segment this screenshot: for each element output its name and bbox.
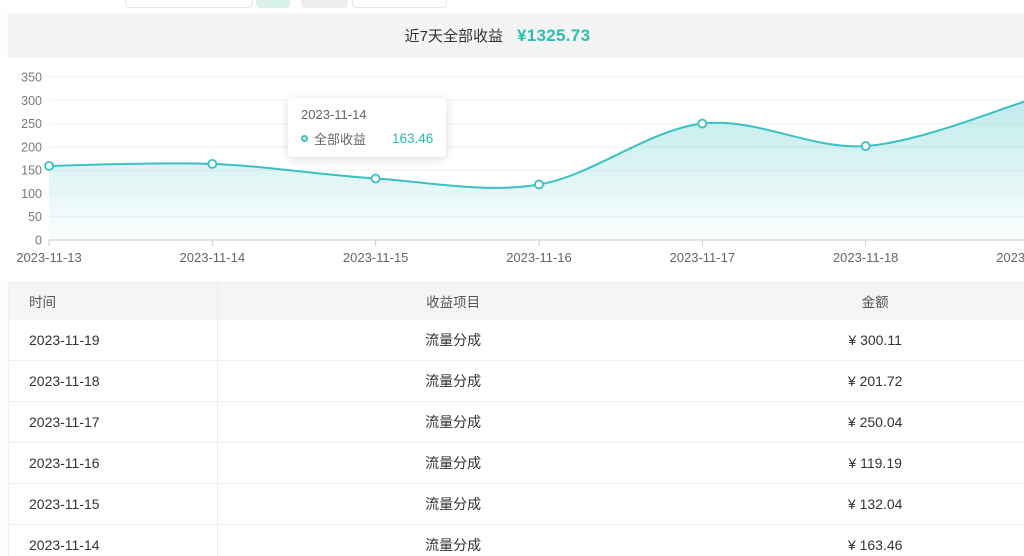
svg-text:300: 300 xyxy=(21,94,42,108)
tooltip-series-row: 全部收益 163.46 xyxy=(301,129,433,148)
cell-item: 流量分成 xyxy=(218,361,689,401)
cell-date: 2023-11-14 xyxy=(9,525,218,556)
cell-item: 流量分成 xyxy=(218,484,689,524)
svg-text:2023-11-19: 2023-11-19 xyxy=(996,250,1024,265)
cutoff-date-input[interactable] xyxy=(125,0,253,8)
cell-date: 2023-11-17 xyxy=(9,402,218,442)
table-row: 2023-11-14 流量分成 ¥ 163.46 xyxy=(9,525,1024,556)
cell-item: 流量分成 xyxy=(218,402,689,442)
table-row: 2023-11-19 流量分成 ¥ 300.11 xyxy=(9,320,1024,361)
svg-text:2023-11-13: 2023-11-13 xyxy=(16,250,82,265)
revenue-dashboard: 近7天全部收益 ¥1325.73 0 50 100 150 200 250 300 350 20… xyxy=(0,0,1024,556)
cell-amount: ¥ 132.04 xyxy=(688,484,1024,524)
cell-amount: ¥ 163.46 xyxy=(688,525,1024,556)
cutoff-select-input[interactable] xyxy=(352,0,447,8)
svg-text:0: 0 xyxy=(35,234,42,248)
tooltip-series-value: 163.46 xyxy=(366,131,433,146)
cell-amount: ¥ 201.72 xyxy=(688,361,1024,401)
svg-text:350: 350 xyxy=(21,71,42,85)
cell-amount: ¥ 300.11 xyxy=(688,320,1024,360)
header-time: 时间 xyxy=(9,281,218,320)
header-item: 收益项目 xyxy=(218,281,689,320)
chart-tooltip: 2023-11-14 全部收益 163.46 xyxy=(288,98,446,157)
cell-date: 2023-11-18 xyxy=(9,361,218,401)
cell-date: 2023-11-19 xyxy=(9,320,218,360)
svg-text:2023-11-17: 2023-11-17 xyxy=(670,250,736,265)
svg-text:100: 100 xyxy=(21,187,42,201)
series-marker-icon xyxy=(301,135,308,142)
header-amount: 金额 xyxy=(688,281,1024,320)
summary-value: ¥1325.73 xyxy=(517,26,590,46)
table-row: 2023-11-15 流量分成 ¥ 132.04 xyxy=(9,484,1024,525)
svg-text:250: 250 xyxy=(21,117,42,131)
tooltip-series-label: 全部收益 xyxy=(314,129,366,148)
svg-text:50: 50 xyxy=(28,210,42,224)
cell-date: 2023-11-16 xyxy=(9,443,218,483)
table-row: 2023-11-16 流量分成 ¥ 119.19 xyxy=(9,443,1024,484)
toolbar-cutoff xyxy=(0,0,1024,11)
cell-amount: ¥ 250.04 xyxy=(688,402,1024,442)
svg-text:150: 150 xyxy=(21,164,42,178)
line-chart-canvas[interactable]: 0 50 100 150 200 250 300 350 2023-11-13 2023-11-1… xyxy=(0,58,1024,280)
svg-text:2023-11-15: 2023-11-15 xyxy=(343,250,409,265)
svg-text:2023-11-14: 2023-11-14 xyxy=(180,250,246,265)
cell-item: 流量分成 xyxy=(218,525,689,556)
summary-label: 近7天全部收益 xyxy=(405,25,503,46)
cell-amount: ¥ 119.19 xyxy=(688,443,1024,483)
svg-text:200: 200 xyxy=(21,140,42,154)
cutoff-confirm-button[interactable] xyxy=(256,0,290,8)
cell-date: 2023-11-15 xyxy=(9,484,218,524)
tooltip-date: 2023-11-14 xyxy=(301,107,433,122)
revenue-table: 时间 收益项目 金额 2023-11-19 流量分成 ¥ 300.11 2023… xyxy=(8,281,1024,556)
summary-bar: 近7天全部收益 ¥1325.73 xyxy=(8,13,1024,58)
revenue-line-chart: 0 50 100 150 200 250 300 350 2023-11-13 2023-11-1… xyxy=(0,58,1024,280)
table-header-row: 时间 收益项目 金额 xyxy=(9,281,1024,320)
svg-text:2023-11-16: 2023-11-16 xyxy=(506,250,572,265)
cell-item: 流量分成 xyxy=(218,320,689,360)
cutoff-reset-button[interactable] xyxy=(301,0,348,8)
cell-item: 流量分成 xyxy=(218,443,689,483)
table-row: 2023-11-17 流量分成 ¥ 250.04 xyxy=(9,402,1024,443)
svg-text:2023-11-18: 2023-11-18 xyxy=(833,250,899,265)
table-row: 2023-11-18 流量分成 ¥ 201.72 xyxy=(9,361,1024,402)
